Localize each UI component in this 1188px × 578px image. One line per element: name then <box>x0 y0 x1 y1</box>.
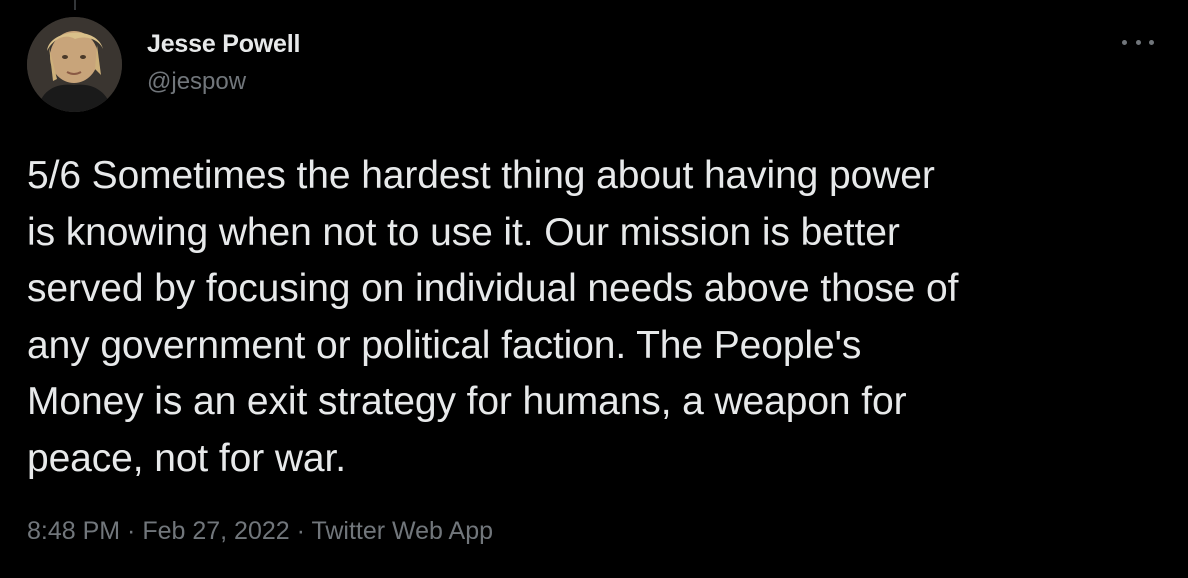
tweet-source[interactable]: Twitter Web App <box>311 517 493 545</box>
author-display-name[interactable]: Jesse Powell <box>147 28 300 60</box>
tweet-text: 5/6 Sometimes the hardest thing about ha… <box>27 154 959 480</box>
thread-connector-line <box>74 0 76 10</box>
more-dot-icon <box>1122 39 1127 45</box>
tweet-time[interactable]: 8:48 PM <box>27 517 120 545</box>
meta-separator: · <box>289 517 312 545</box>
more-options-button[interactable] <box>1122 34 1154 50</box>
author-handle[interactable]: @jespow <box>147 66 300 98</box>
tweet-date[interactable]: Feb 27, 2022 <box>142 517 289 545</box>
avatar-photo-icon <box>27 17 122 112</box>
tweet-author: Jesse Powell @jespow <box>147 28 300 98</box>
more-dot-icon <box>1135 39 1141 45</box>
author-avatar[interactable] <box>27 17 122 112</box>
more-dot-icon <box>1149 39 1154 45</box>
tweet-meta: 8:48 PM · Feb 27, 2022 · Twitter Web App <box>27 514 493 548</box>
meta-separator: · <box>120 517 143 545</box>
